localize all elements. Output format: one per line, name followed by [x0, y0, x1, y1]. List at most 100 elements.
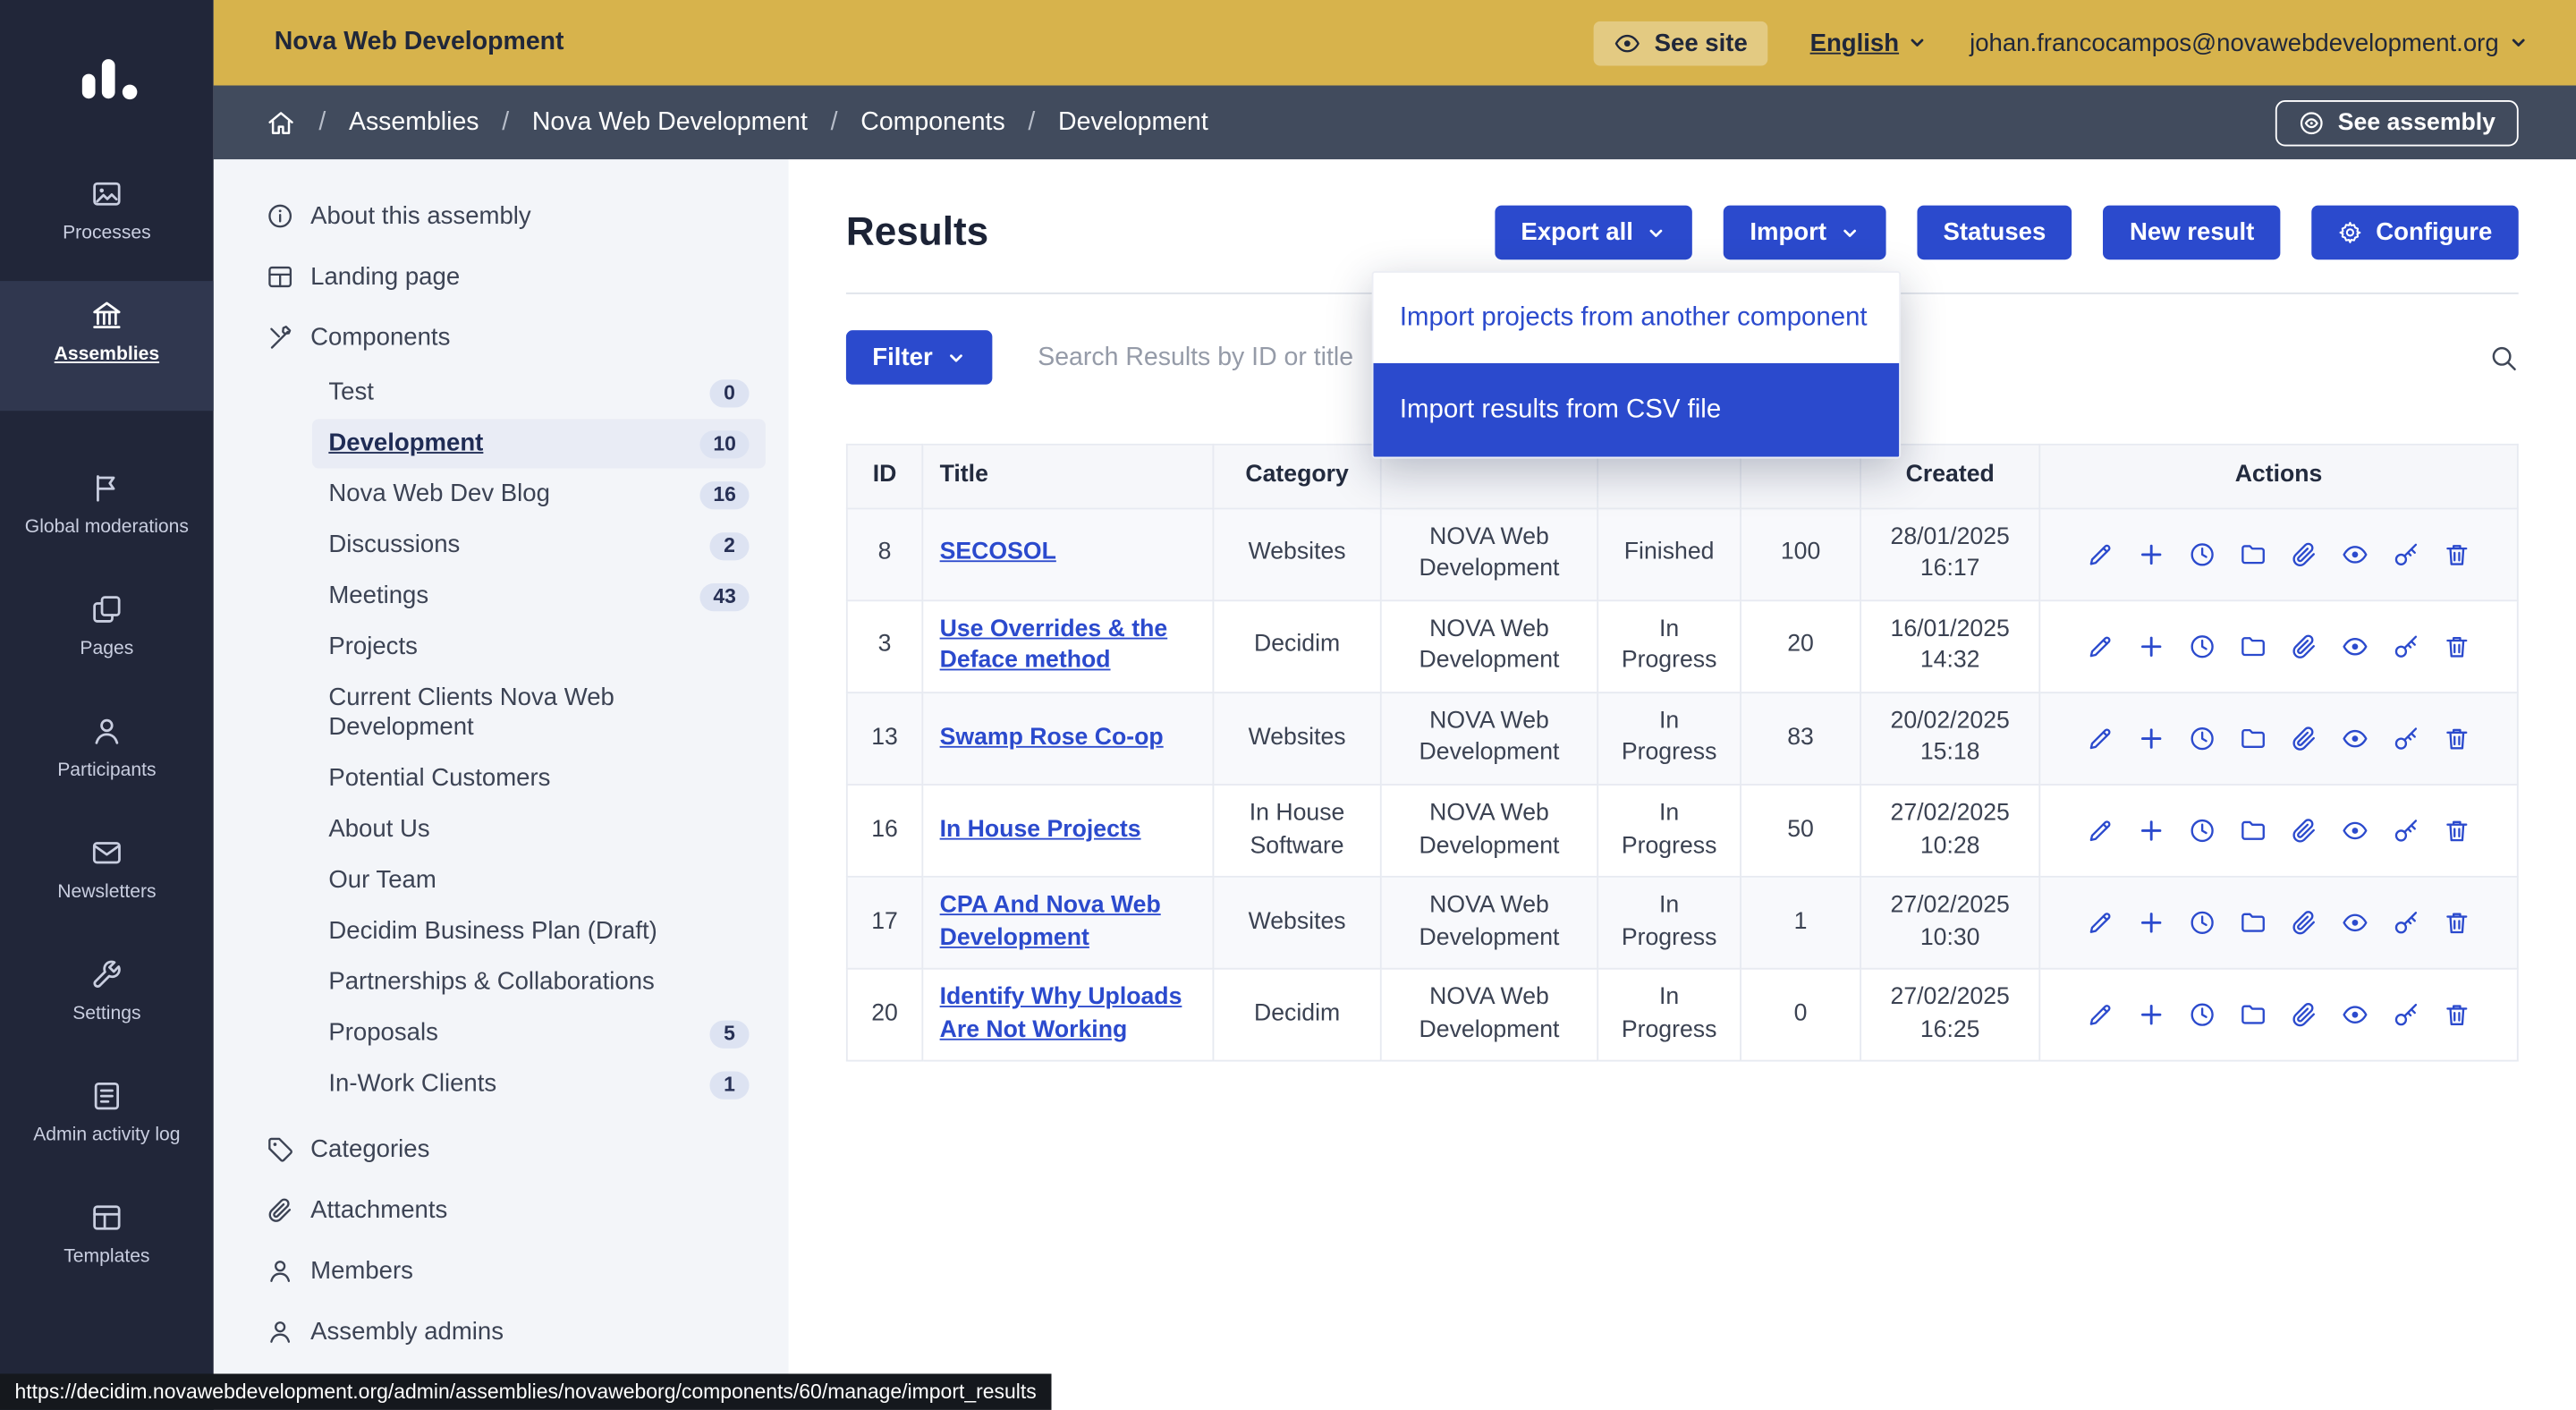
permissions-icon[interactable] [2392, 633, 2419, 660]
breadcrumb-assembly-name[interactable]: Nova Web Development [532, 107, 808, 137]
edit-icon[interactable] [2087, 633, 2114, 660]
preview-icon[interactable] [2341, 1001, 2368, 1029]
result-title-link[interactable]: Use Overrides & the Deface method [940, 616, 1168, 674]
edit-icon[interactable] [2087, 540, 2114, 568]
component-item-our-team[interactable]: Our Team [312, 856, 766, 905]
sidebar-item-admin-activity-log[interactable]: Admin activity log [0, 1061, 214, 1166]
subnav-item-about-this-assembly[interactable]: About this assembly [214, 186, 789, 247]
new-icon[interactable] [2138, 540, 2165, 568]
preview-icon[interactable] [2341, 909, 2368, 937]
attach-icon[interactable] [2290, 540, 2318, 568]
new-icon[interactable] [2138, 817, 2165, 845]
new-icon[interactable] [2138, 633, 2165, 660]
component-item-discussions[interactable]: Discussions2 [312, 521, 766, 570]
sidebar-item-pages[interactable]: Pages [0, 575, 214, 680]
delete-icon[interactable] [2443, 633, 2470, 660]
new-icon[interactable] [2138, 909, 2165, 937]
import-menu-item-import-projects-from-another-component[interactable]: Import projects from another component [1374, 273, 1900, 363]
history-icon[interactable] [2189, 817, 2216, 845]
import-button[interactable]: Import [1724, 206, 1885, 260]
permissions-icon[interactable] [2392, 909, 2419, 937]
history-icon[interactable] [2189, 540, 2216, 568]
sidebar-item-participants[interactable]: Participants [0, 696, 214, 801]
component-item-decidim-business-plan-draft[interactable]: Decidim Business Plan (Draft) [312, 907, 766, 956]
attach-icon[interactable] [2290, 633, 2318, 660]
language-selector[interactable]: English [1810, 29, 1928, 56]
edit-icon[interactable] [2087, 725, 2114, 752]
component-item-nova-web-dev-blog[interactable]: Nova Web Dev Blog16 [312, 470, 766, 519]
folder-icon[interactable] [2239, 817, 2267, 845]
see-site-button[interactable]: See site [1594, 21, 1767, 65]
preview-icon[interactable] [2341, 817, 2368, 845]
sidebar-item-processes[interactable]: Processes [0, 159, 214, 264]
delete-icon[interactable] [2443, 725, 2470, 752]
home-icon[interactable] [267, 107, 296, 137]
history-icon[interactable] [2189, 1001, 2216, 1029]
search-icon[interactable] [2489, 343, 2519, 372]
breadcrumb-assemblies[interactable]: Assemblies [349, 107, 479, 137]
permissions-icon[interactable] [2392, 817, 2419, 845]
attach-icon[interactable] [2290, 1001, 2318, 1029]
sidebar-item-newsletters[interactable]: Newsletters [0, 818, 214, 922]
folder-icon[interactable] [2239, 540, 2267, 568]
sidebar-item-templates[interactable]: Templates [0, 1183, 214, 1287]
component-item-projects[interactable]: Projects [312, 623, 766, 672]
delete-icon[interactable] [2443, 817, 2470, 845]
delete-icon[interactable] [2443, 909, 2470, 937]
subnav-item-landing-page[interactable]: Landing page [214, 247, 789, 308]
new-result-button[interactable]: New result [2104, 206, 2281, 260]
subnav-item-assembly-admins[interactable]: Assembly admins [214, 1302, 789, 1363]
subnav-item-attachments[interactable]: Attachments [214, 1180, 789, 1241]
folder-icon[interactable] [2239, 909, 2267, 937]
delete-icon[interactable] [2443, 540, 2470, 568]
component-item-current-clients-nova-web-development[interactable]: Current Clients Nova Web Development [312, 674, 766, 752]
attach-icon[interactable] [2290, 725, 2318, 752]
component-item-about-us[interactable]: About Us [312, 805, 766, 854]
folder-icon[interactable] [2239, 725, 2267, 752]
breadcrumb-development[interactable]: Development [1058, 107, 1208, 137]
component-item-test[interactable]: Test0 [312, 368, 766, 417]
component-item-meetings[interactable]: Meetings43 [312, 572, 766, 621]
subnav-item-components[interactable]: Components [214, 307, 789, 368]
sidebar-item-global-moderations[interactable]: Global moderations [0, 454, 214, 558]
result-title-link[interactable]: In House Projects [940, 816, 1141, 842]
result-title-link[interactable]: SECOSOL [940, 539, 1056, 565]
export-all-button[interactable]: Export all [1495, 206, 1692, 260]
preview-icon[interactable] [2341, 540, 2368, 568]
breadcrumb-components[interactable]: Components [860, 107, 1004, 137]
filter-button[interactable]: Filter [846, 330, 992, 385]
new-icon[interactable] [2138, 725, 2165, 752]
attach-icon[interactable] [2290, 909, 2318, 937]
sidebar-item-assemblies[interactable]: Assemblies [0, 281, 214, 411]
preview-icon[interactable] [2341, 725, 2368, 752]
statuses-button[interactable]: Statuses [1917, 206, 2072, 260]
result-title-link[interactable]: Identify Why Uploads Are Not Working [940, 985, 1182, 1043]
edit-icon[interactable] [2087, 817, 2114, 845]
sidebar-item-settings[interactable]: Settings [0, 939, 214, 1044]
component-item-proposals[interactable]: Proposals5 [312, 1009, 766, 1058]
attach-icon[interactable] [2290, 817, 2318, 845]
component-item-development[interactable]: Development10 [312, 419, 766, 468]
delete-icon[interactable] [2443, 1001, 2470, 1029]
component-item-in-work-clients[interactable]: In-Work Clients1 [312, 1060, 766, 1109]
history-icon[interactable] [2189, 633, 2216, 660]
import-menu-item-import-results-from-csv-file[interactable]: Import results from CSV file [1374, 363, 1900, 457]
configure-button[interactable]: Configure [2312, 206, 2519, 260]
decidim-logo[interactable] [0, 0, 214, 159]
permissions-icon[interactable] [2392, 1001, 2419, 1029]
history-icon[interactable] [2189, 725, 2216, 752]
component-item-potential-customers[interactable]: Potential Customers [312, 754, 766, 803]
folder-icon[interactable] [2239, 633, 2267, 660]
result-title-link[interactable]: CPA And Nova Web Development [940, 892, 1161, 950]
edit-icon[interactable] [2087, 1001, 2114, 1029]
subnav-item-members[interactable]: Members [214, 1241, 789, 1302]
folder-icon[interactable] [2239, 1001, 2267, 1029]
new-icon[interactable] [2138, 1001, 2165, 1029]
user-menu[interactable]: johan.francocampos@novawebdevelopment.or… [1970, 29, 2529, 56]
permissions-icon[interactable] [2392, 725, 2419, 752]
edit-icon[interactable] [2087, 909, 2114, 937]
component-item-partnerships-collaborations[interactable]: Partnerships & Collaborations [312, 958, 766, 1007]
permissions-icon[interactable] [2392, 540, 2419, 568]
subnav-item-categories[interactable]: Categories [214, 1119, 789, 1180]
see-assembly-button[interactable]: See assembly [2275, 99, 2519, 145]
